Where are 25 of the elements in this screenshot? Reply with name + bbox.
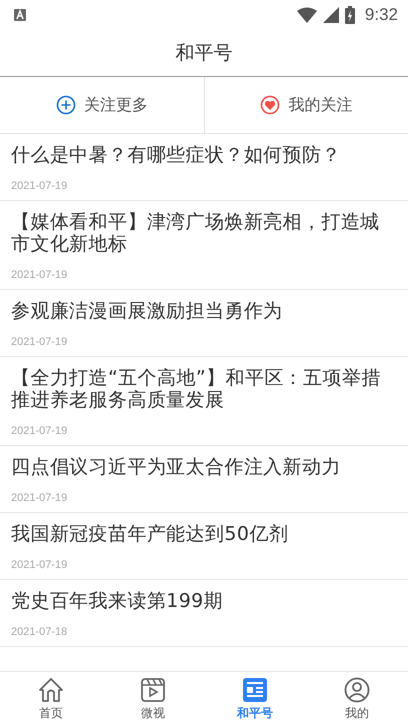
article-title[interactable]: 四点倡议习近平为亚太合作注入新动力: [11, 456, 398, 478]
article-date: 2021-07-19: [11, 336, 68, 348]
article-title[interactable]: 参观廉洁漫画展激励担当勇作为: [11, 300, 398, 322]
battery-icon: [344, 6, 355, 24]
page-title: 和平号: [176, 41, 232, 66]
article-title[interactable]: 什么是中暑？有哪些症状？如何预防？: [11, 144, 398, 166]
article-title[interactable]: 【媒体看和平】津湾广场焕新亮相，打造城市文化新地标: [11, 211, 398, 255]
article-date: 2021-07-19: [11, 492, 68, 504]
article-title[interactable]: 党史百年我来读第199期: [11, 590, 398, 612]
article-date: 2021-07-18: [11, 626, 68, 638]
article-date: 2021-07-19: [11, 269, 68, 281]
profile-icon: [344, 676, 370, 702]
article-date: 2021-07-19: [11, 559, 68, 571]
status-time: 9:32: [364, 5, 398, 25]
article-date: 2021-07-19: [11, 180, 68, 192]
article-date: 2021-07-19: [11, 425, 68, 437]
article-title[interactable]: 我国新冠疫苗年产能达到50亿剂: [11, 523, 398, 545]
notification-icon: [14, 9, 26, 21]
video-icon: [140, 676, 166, 702]
article-title[interactable]: 【全力打造“五个高地”】和平区：五项举措推进养老服务高质量发展: [11, 367, 398, 411]
home-icon: [38, 676, 64, 702]
add-circle-icon: [56, 95, 76, 115]
signal-icon: [322, 7, 339, 23]
wifi-icon: [296, 7, 317, 23]
news-icon: [242, 676, 268, 702]
